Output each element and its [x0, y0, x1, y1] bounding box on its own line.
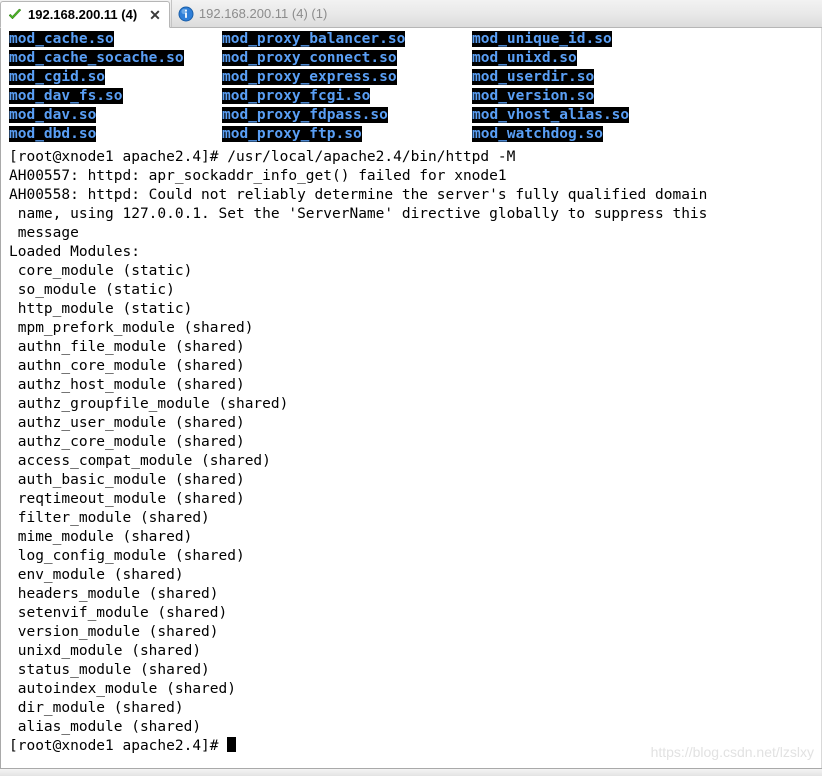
console-line: mime_module (shared): [9, 529, 193, 545]
console-line: autoindex_module (shared): [9, 681, 236, 697]
module-file-name: mod_dav_fs.so: [9, 88, 123, 104]
console-line: env_module (shared): [9, 567, 184, 583]
console-line: authz_groupfile_module (shared): [9, 396, 289, 412]
module-file-name: mod_cgid.so: [9, 69, 106, 85]
module-file-entry: mod_userdir.so: [472, 68, 629, 87]
module-file-name: mod_proxy_ftp.so: [222, 126, 362, 142]
module-file-entry: mod_dbd.so: [9, 125, 184, 144]
module-file-entry: mod_proxy_ftp.so: [222, 125, 405, 144]
shell-prompt: [root@xnode1 apache2.4]#: [9, 738, 228, 754]
console-line: auth_basic_module (shared): [9, 472, 245, 488]
console-line: name, using 127.0.0.1. Set the 'ServerNa…: [9, 206, 708, 222]
tab-192-168-200-11-4[interactable]: 192.168.200.11 (4) ✕: [0, 1, 170, 28]
module-column-2: mod_proxy_balancer.so mod_proxy_connect.s…: [222, 30, 406, 144]
console-line: authz_core_module (shared): [9, 434, 245, 450]
module-file-name: mod_proxy_express.so: [222, 69, 397, 85]
module-file-entry: mod_watchdog.so: [472, 125, 629, 144]
console-line: authz_user_module (shared): [9, 415, 245, 431]
module-file-entry: mod_cache_socache.so: [9, 49, 184, 68]
console-line: reqtimeout_module (shared): [9, 491, 245, 507]
module-file-entry: mod_cgid.so: [9, 68, 184, 87]
module-file-name: mod_proxy_connect.so: [222, 50, 397, 66]
console-line: status_module (shared): [9, 662, 210, 678]
module-file-entry: mod_proxy_fcgi.so: [222, 87, 405, 106]
console-line: AH00557: httpd: apr_sockaddr_info_get() …: [9, 168, 507, 184]
tab-label: 192.168.200.11 (4) (1): [198, 6, 328, 21]
module-file-name: mod_version.so: [472, 88, 595, 104]
console-line: setenvif_module (shared): [9, 605, 228, 621]
terminal-content: mod_cache.so mod_cache_socache.so mod_cgid…: [1, 28, 821, 768]
module-file-entry: mod_cache.so: [9, 30, 184, 49]
console-line: mpm_prefork_module (shared): [9, 320, 254, 336]
console-line: so_module (static): [9, 282, 175, 298]
console-line: http_module (static): [9, 301, 193, 317]
console-line: authn_core_module (shared): [9, 358, 245, 374]
info-icon: [178, 6, 194, 21]
tab-close-icon[interactable]: ✕: [149, 8, 161, 22]
module-file-name: mod_vhost_alias.so: [472, 107, 630, 123]
module-file-entry: mod_proxy_connect.so: [222, 49, 405, 68]
module-file-entry: mod_unixd.so: [472, 49, 629, 68]
module-file-entry: mod_vhost_alias.so: [472, 106, 630, 125]
tab-label: 192.168.200.11 (4): [28, 7, 138, 22]
console-line: access_compat_module (shared): [9, 453, 271, 469]
module-file-name: mod_proxy_fdpass.so: [222, 107, 388, 123]
console-line: headers_module (shared): [9, 586, 219, 602]
console-line: authz_host_module (shared): [9, 377, 245, 393]
console-line: alias_module (shared): [9, 719, 202, 735]
console-line: message: [9, 225, 79, 241]
console-line: authn_file_module (shared): [9, 339, 245, 355]
console-line: AH00558: httpd: Could not reliably deter…: [9, 187, 708, 203]
module-file-listing: mod_cache.so mod_cache_socache.so mod_cgid…: [1, 30, 821, 146]
module-file-entry: mod_proxy_fdpass.so: [222, 106, 405, 125]
module-file-name: mod_proxy_fcgi.so: [222, 88, 371, 104]
module-file-entry: mod_unique_id.so: [472, 30, 629, 49]
watermark: https://blog.csdn.net/lzslxy: [650, 744, 814, 760]
module-file-entry: mod_dav_fs.so: [9, 87, 184, 106]
module-column-3: mod_unique_id.so mod_unixd.so mod_userdir.…: [472, 30, 630, 144]
module-file-name: mod_proxy_balancer.so: [222, 31, 406, 47]
console-output: [root@xnode1 apache2.4]# /usr/local/apac…: [1, 148, 821, 756]
module-file-name: mod_unique_id.so: [472, 31, 612, 47]
module-file-entry: mod_proxy_express.so: [222, 68, 405, 87]
module-file-name: mod_cache_socache.so: [9, 50, 184, 66]
module-file-entry: mod_proxy_balancer.so: [222, 30, 406, 49]
status-bar: [0, 768, 822, 776]
module-column-1: mod_cache.so mod_cache_socache.so mod_cgid…: [9, 30, 184, 144]
terminal-pane[interactable]: mod_cache.so mod_cache_socache.so mod_cgid…: [0, 28, 822, 768]
module-file-name: mod_dav.so: [9, 107, 97, 123]
tab-192-168-200-11-4-1[interactable]: 192.168.200.11 (4) (1): [170, 0, 335, 27]
module-file-name: mod_cache.so: [9, 31, 114, 47]
tab-bar: 192.168.200.11 (4) ✕ 192.168.200.11 (4) …: [0, 0, 822, 28]
console-line: unixd_module (shared): [9, 643, 202, 659]
module-file-entry: mod_version.so: [472, 87, 629, 106]
module-file-name: mod_userdir.so: [472, 69, 595, 85]
console-line: log_config_module (shared): [9, 548, 245, 564]
console-line: [root@xnode1 apache2.4]# /usr/local/apac…: [9, 149, 516, 165]
console-line: dir_module (shared): [9, 700, 184, 716]
module-file-name: mod_watchdog.so: [472, 126, 603, 142]
console-line: Loaded Modules:: [9, 244, 140, 260]
module-file-name: mod_unixd.so: [472, 50, 577, 66]
check-icon: [8, 8, 22, 19]
module-file-entry: mod_dav.so: [9, 106, 184, 125]
console-line: filter_module (shared): [9, 510, 210, 526]
console-line: core_module (static): [9, 263, 193, 279]
console-line: version_module (shared): [9, 624, 219, 640]
text-cursor: [227, 737, 237, 752]
module-file-name: mod_dbd.so: [9, 126, 97, 142]
